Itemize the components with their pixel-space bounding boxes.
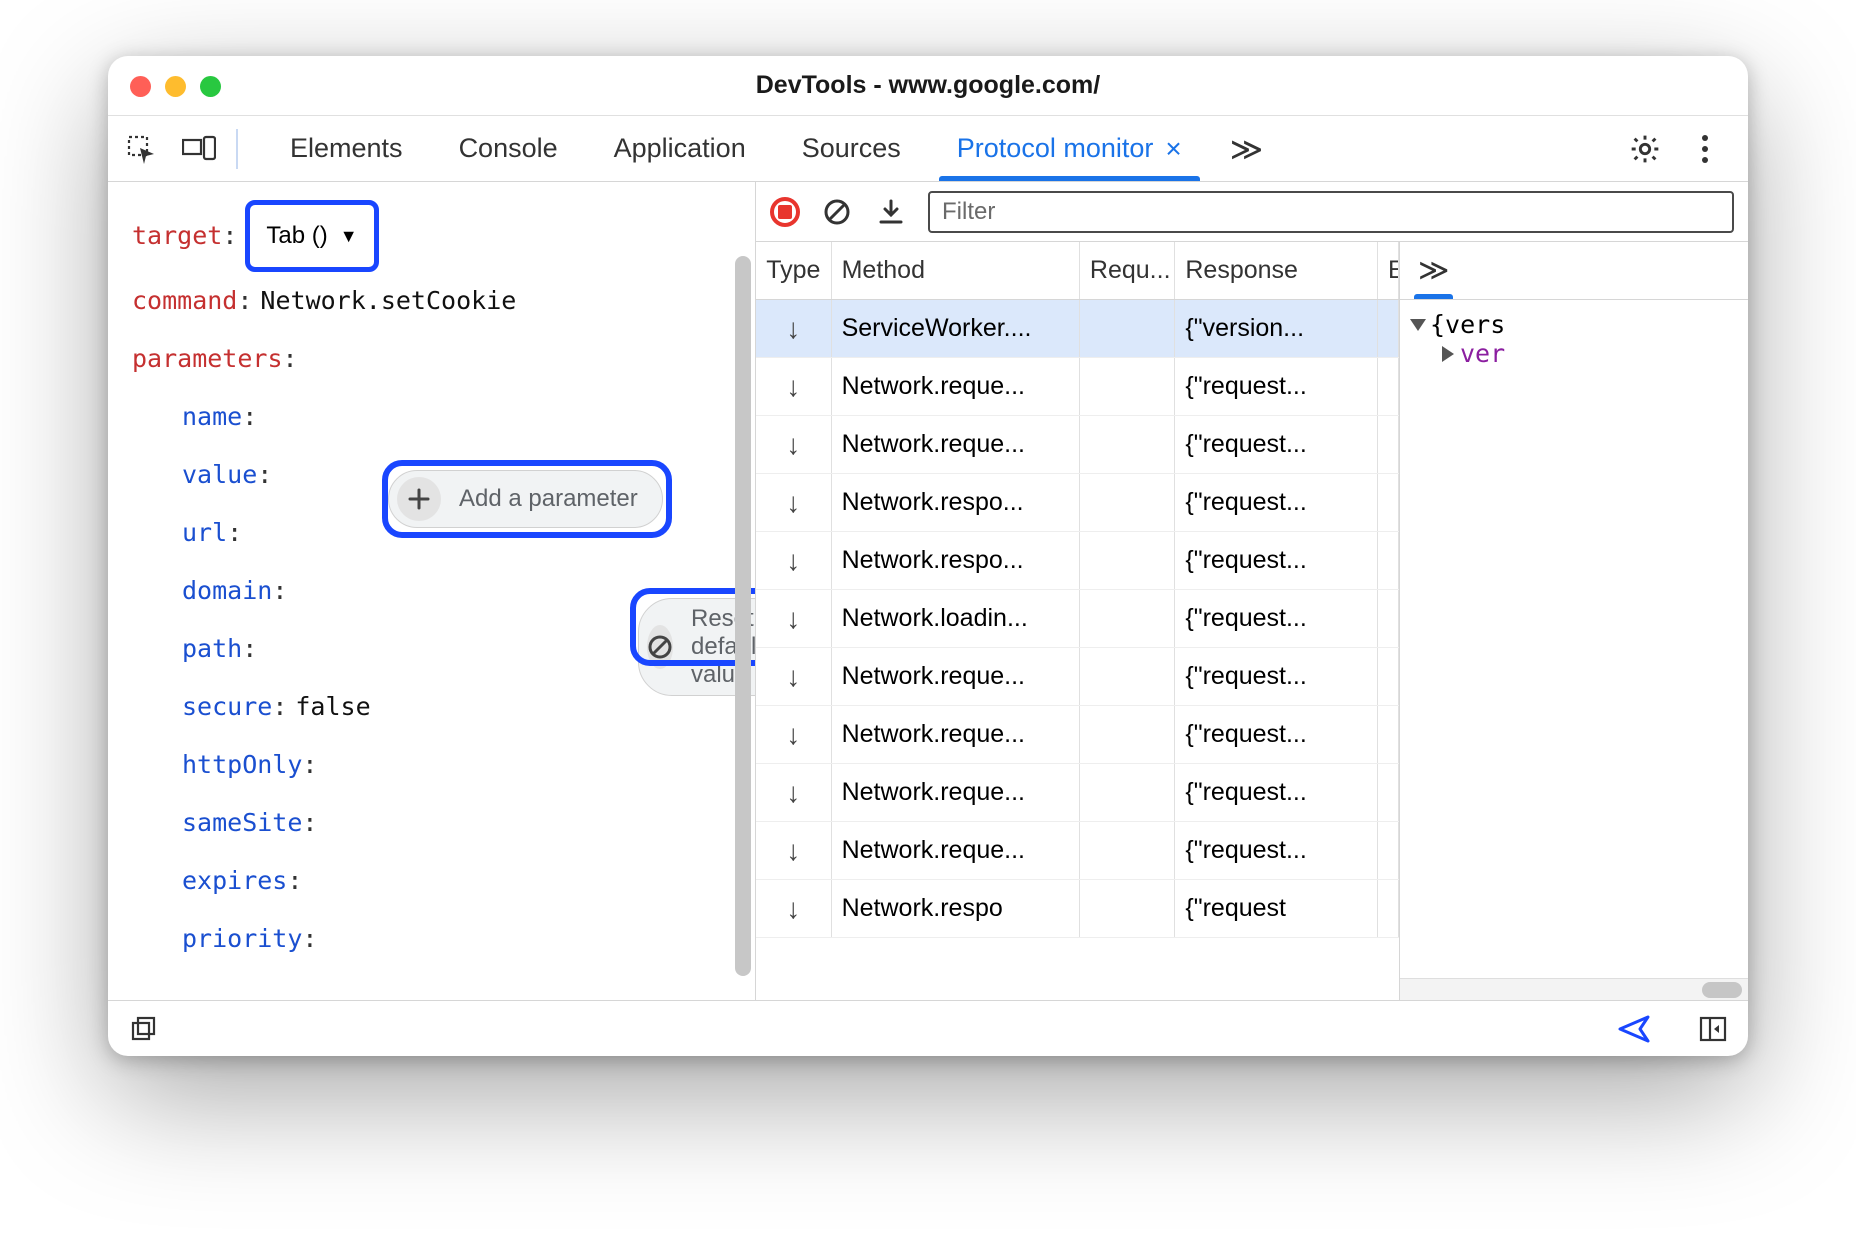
inspector-more-tabs[interactable]: ≫ [1414,242,1453,299]
inspect-element-icon[interactable] [124,132,158,166]
download-icon[interactable] [874,195,908,229]
protocol-toolbar [756,182,1748,242]
param-sameSite[interactable]: sameSite : [132,794,731,852]
arrow-down-icon: ↓ [786,603,800,635]
close-window-button[interactable] [130,76,151,97]
device-toolbar-icon[interactable] [182,132,216,166]
param-expires[interactable]: expires : [132,852,731,910]
close-tab-icon[interactable]: × [1165,133,1181,165]
table-row[interactable]: ↓ ServiceWorker.... {"version... [756,300,1399,358]
param-name[interactable]: name : [132,388,731,446]
col-response[interactable]: Response [1175,242,1378,299]
arrow-down-icon: ↓ [786,429,800,461]
table-row[interactable]: ↓ Network.reque... {"request... [756,358,1399,416]
clear-icon[interactable] [820,195,854,229]
command-editor-panel: target: Tab () ▼ command: Network.setCoo… [108,182,756,1000]
record-button[interactable] [770,197,800,227]
arrow-down-icon: ↓ [786,371,800,403]
main-tabs: Elements Console Application Sources Pro… [108,116,1748,182]
param-priority[interactable]: priority : [132,910,731,968]
param-domain[interactable]: domain : [132,562,731,620]
plus-icon [407,487,431,511]
send-button[interactable] [1618,1012,1652,1046]
titlebar: DevTools - www.google.com/ [108,56,1748,116]
table-row[interactable]: ↓ Network.reque... {"request... [756,648,1399,706]
chevron-down-icon: ▼ [340,207,358,265]
target-label: target [132,207,222,265]
arrow-down-icon: ↓ [786,893,800,925]
col-method[interactable]: Method [832,242,1080,299]
table-row[interactable]: ↓ Network.reque... {"request... [756,416,1399,474]
tab-sources[interactable]: Sources [778,116,925,181]
param-httpOnly[interactable]: httpOnly : [132,736,731,794]
col-type[interactable]: Type [756,242,832,299]
table-row[interactable]: ↓ Network.reque... {"request... [756,706,1399,764]
add-parameter-button[interactable]: Add a parameter [388,470,663,528]
col-elapsed[interactable]: El.▴▾ [1378,242,1399,299]
arrow-down-icon: ↓ [786,661,800,693]
devtools-window: DevTools - www.google.com/ Elements Cons… [108,56,1748,1056]
tab-elements[interactable]: Elements [266,116,427,181]
arrow-down-icon: ↓ [786,313,800,345]
message-inspector: ≫ {vers ver [1400,242,1748,1000]
more-tabs-icon[interactable]: ≫ [1214,130,1280,168]
window-title: DevTools - www.google.com/ [108,71,1748,100]
tree-root[interactable]: {vers [1412,310,1736,339]
disclosure-triangle-icon[interactable] [1410,319,1426,331]
editor-scrollbar[interactable] [735,256,751,976]
inspector-hscrollbar[interactable] [1400,978,1748,1000]
table-row[interactable]: ↓ Network.respo... {"request... [756,474,1399,532]
command-label: command [132,272,237,330]
table-row[interactable]: ↓ Network.respo... {"request... [756,532,1399,590]
gear-icon[interactable] [1628,132,1662,166]
param-secure[interactable]: secure : false [132,678,731,736]
col-request[interactable]: Requ... [1080,242,1175,299]
parameters-label: parameters [132,330,283,388]
arrow-down-icon: ↓ [786,835,800,867]
messages-table: Type Method Requ... Response El.▴▾ ↓ Ser… [756,242,1400,1000]
tab-console[interactable]: Console [435,116,582,181]
minimize-window-button[interactable] [165,76,186,97]
zoom-window-button[interactable] [200,76,221,97]
command-value[interactable]: Network.setCookie [260,272,516,330]
arrow-down-icon: ↓ [786,487,800,519]
target-select[interactable]: Tab () ▼ [245,200,378,272]
arrow-down-icon: ↓ [786,777,800,809]
kebab-menu-icon[interactable] [1688,132,1722,166]
tab-application[interactable]: Application [590,116,770,181]
copy-icon[interactable] [126,1012,160,1046]
table-row[interactable]: ↓ Network.reque... {"request... [756,822,1399,880]
filter-input[interactable] [928,191,1734,233]
tab-protocol-monitor[interactable]: Protocol monitor × [933,116,1206,181]
bottom-toolbar [108,1000,1748,1056]
arrow-down-icon: ↓ [786,545,800,577]
toggle-sidebar-icon[interactable] [1696,1012,1730,1046]
arrow-down-icon: ↓ [786,719,800,751]
table-row[interactable]: ↓ Network.reque... {"request... [756,764,1399,822]
table-row[interactable]: ↓ Network.respo {"request [756,880,1399,938]
tree-child[interactable]: ver [1412,339,1736,368]
disclosure-triangle-icon[interactable] [1442,346,1454,362]
table-row[interactable]: ↓ Network.loadin... {"request... [756,590,1399,648]
prohibit-icon [647,634,673,660]
